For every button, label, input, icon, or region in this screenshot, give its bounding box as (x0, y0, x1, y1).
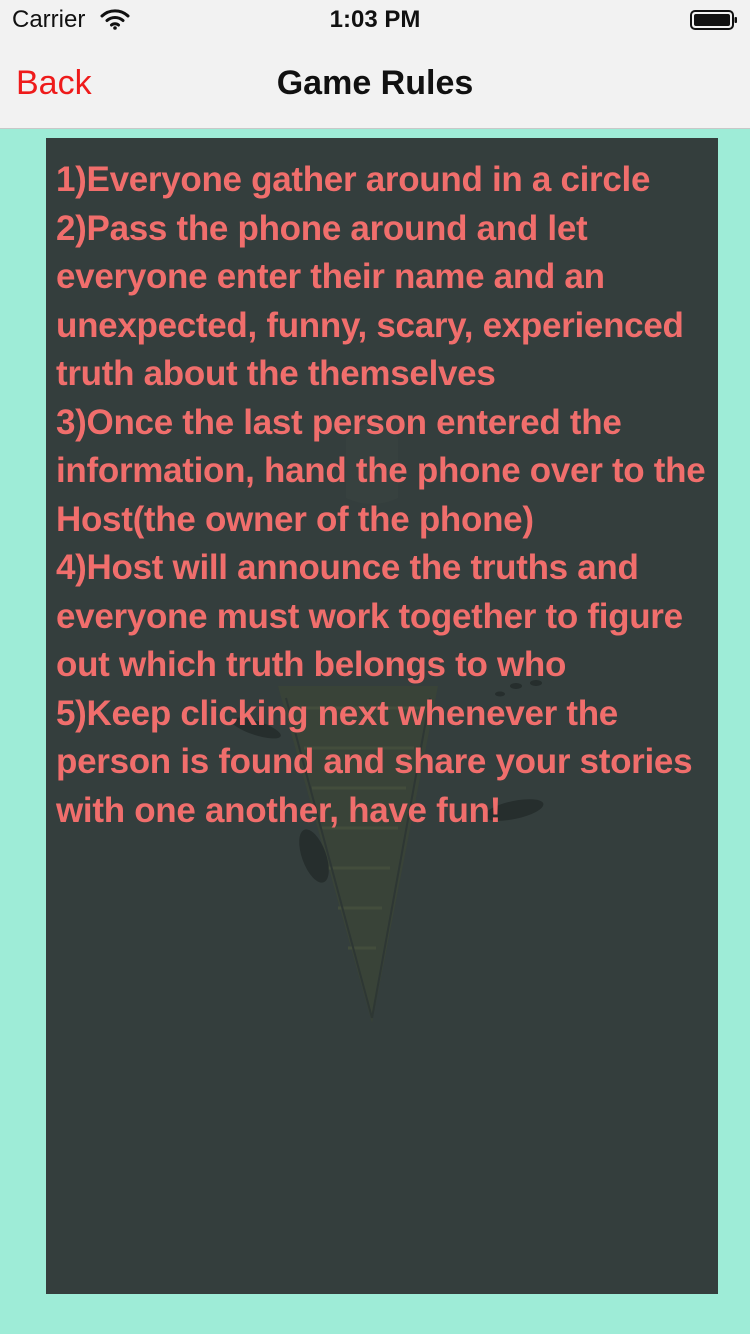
page-title: Game Rules (276, 64, 474, 102)
status-time: 1:03 PM (329, 6, 421, 33)
back-button[interactable]: Back (16, 64, 92, 103)
battery-full-icon (690, 10, 737, 30)
rules-list: 1)Everyone gather around in a circle 2)P… (56, 156, 706, 835)
navigation-bar: Back Game Rules (0, 40, 750, 128)
rule-item: 4)Host will announce the truths and ever… (56, 548, 683, 684)
rule-item: 1)Everyone gather around in a circle (56, 160, 651, 199)
rule-item: 3)Once the last person entered the infor… (56, 402, 706, 539)
rule-item: 2)Pass the phone around and let everyone… (56, 208, 684, 394)
navigation-header: Carrier 1:03 PM Back Game Rules (0, 0, 750, 129)
status-bar: Carrier 1:03 PM (0, 0, 750, 40)
rule-item: 5)Keep clicking next whenever the person… (56, 693, 693, 830)
rules-panel: 1)Everyone gather around in a circle 2)P… (46, 138, 718, 1294)
